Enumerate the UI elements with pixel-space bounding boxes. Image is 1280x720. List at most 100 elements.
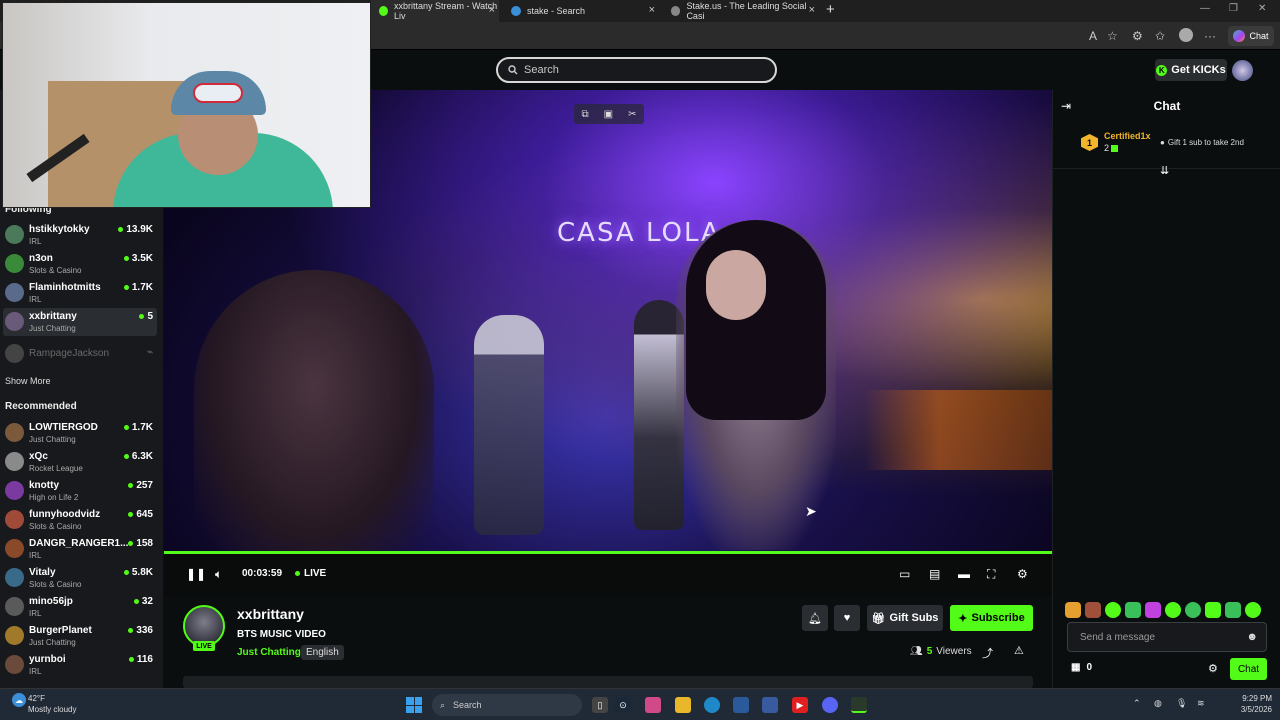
wifi-icon[interactable]: ≋ <box>1197 698 1205 709</box>
sidebar-item-xxbrittany[interactable]: xxbrittany Just Chatting 5 <box>3 308 157 336</box>
kick-app-icon[interactable] <box>851 697 867 713</box>
tab-kick-stream[interactable]: xxbrittany Stream - Watch Liv × <box>371 0 499 22</box>
microphone-icon[interactable]: 🎙︎ <box>1176 698 1187 709</box>
emoji-icon[interactable]: ☻ <box>1246 631 1258 643</box>
sidebar-item-lowtiergod[interactable]: LOWTIERGOD Just Chatting 1.7K <box>3 419 157 447</box>
fullscreen-icon[interactable]: ⛶ <box>987 567 995 582</box>
follow-heart-button[interactable]: ♥ <box>834 605 860 631</box>
emote-icon[interactable] <box>1065 602 1081 618</box>
emote-icon[interactable] <box>1105 602 1121 618</box>
sidebar-item-funnyhoodvidz[interactable]: funnyhoodvidz Slots & Casino 645 <box>3 506 157 534</box>
language-tag[interactable]: English <box>301 645 344 660</box>
emote-icon[interactable] <box>1085 602 1101 618</box>
sidebar-item-rampagejackson[interactable]: RampageJackson ⌁ <box>3 340 157 368</box>
window-close-icon[interactable]: ✕ <box>1258 3 1266 14</box>
sidebar-item-n3on[interactable]: n3on Slots & Casino 3.5K <box>3 250 157 278</box>
sidebar-item-flaminhotmitts[interactable]: Flaminhotmitts IRL 1.7K <box>3 279 157 307</box>
sidebar-item-knotty[interactable]: knotty High on Life 2 257 <box>3 477 157 505</box>
favorites-icon[interactable]: ✩ <box>1155 29 1165 43</box>
emote-icon[interactable] <box>1205 602 1221 618</box>
wide-mode-icon[interactable]: ▬ <box>958 567 970 581</box>
miniplayer-icon[interactable]: ▭ <box>899 567 910 581</box>
emote-icon[interactable] <box>1185 602 1201 618</box>
emote-icon[interactable] <box>1165 602 1181 618</box>
task-view-icon[interactable]: ▯ <box>592 697 608 713</box>
gift-icon: ● <box>1160 138 1165 147</box>
avatar <box>5 344 24 363</box>
pause-icon[interactable]: ❚❚ <box>186 567 206 581</box>
search-icon <box>508 65 518 75</box>
read-aloud-icon[interactable]: A <box>1089 29 1097 43</box>
gift-subs-button[interactable]: 🎁︎ Gift Subs <box>867 605 943 631</box>
sidebar-item-hstikkytokky[interactable]: hstikkytokky IRL 13.9K <box>3 221 157 249</box>
close-icon[interactable]: × <box>649 4 655 16</box>
chat-settings-gear-icon[interactable]: ⚙ <box>1208 662 1218 675</box>
profile-avatar-icon[interactable] <box>1179 28 1193 42</box>
emote-icon[interactable] <box>1245 602 1261 618</box>
emote-icon[interactable] <box>1145 602 1161 618</box>
windows-start-icon[interactable] <box>406 697 422 713</box>
sidebar-item-yurnboi[interactable]: yurnboi IRL 116 <box>3 651 157 679</box>
sidebar-item-dangr-ranger[interactable]: DANGR_RANGER1... IRL 158 <box>3 535 157 563</box>
edge-browser-icon[interactable] <box>704 697 720 713</box>
emote-icon[interactable] <box>1125 602 1141 618</box>
subscribe-label: Subscribe <box>971 612 1025 624</box>
channel-category: Slots & Casino <box>29 580 82 589</box>
tray-app-icon[interactable]: ◍ <box>1154 698 1162 709</box>
youtube-icon[interactable]: ▶ <box>792 697 808 713</box>
search-input[interactable]: Search <box>496 57 777 83</box>
outlook-icon[interactable] <box>762 697 778 713</box>
new-tab-icon[interactable]: + <box>826 1 835 18</box>
copilot-app-icon[interactable] <box>645 697 661 713</box>
favorite-star-icon[interactable]: ☆ <box>1107 29 1118 43</box>
maximize-icon[interactable]: ❐ <box>1229 3 1238 14</box>
subscribe-button[interactable]: ✦ Subscribe <box>950 605 1033 631</box>
viewer-count-value: 336 <box>136 625 153 636</box>
chat-send-button[interactable]: Chat <box>1230 658 1267 680</box>
chat-message-input[interactable]: Send a message ☻ <box>1067 622 1267 652</box>
system-clock[interactable]: 9:29 PM 3/5/2026 <box>1218 693 1272 715</box>
stream-category[interactable]: Just Chatting <box>237 647 301 658</box>
taskbar-search[interactable]: ⌕ Search <box>432 694 582 716</box>
gifter-name[interactable]: Certified1x <box>1104 131 1151 141</box>
get-kicks-button[interactable]: K Get KICKs <box>1155 59 1227 81</box>
sidebar-item-vitaly[interactable]: Vitaly Slots & Casino 5.8K <box>3 564 157 592</box>
screenshot-icon[interactable]: ▣ <box>604 109 613 120</box>
report-warning-icon[interactable]: ⚠ <box>1014 644 1024 657</box>
file-explorer-icon[interactable] <box>675 697 691 713</box>
notification-bell-button[interactable]: 🔔︎ <box>802 605 828 631</box>
discord-icon[interactable] <box>822 697 838 713</box>
pip-icon[interactable]: ⧉ <box>582 109 589 120</box>
settings-gear-icon[interactable]: ⚙ <box>1017 567 1028 581</box>
tab-stake-search[interactable]: stake - Search × <box>503 0 659 22</box>
tray-chevron-icon[interactable]: ⌃ <box>1133 698 1141 709</box>
sidebar-item-mino56jp[interactable]: mino56jp IRL 32 <box>3 593 157 621</box>
tab-stake-us[interactable]: Stake.us - The Leading Social Casi × <box>663 0 819 22</box>
copilot-chat-button[interactable]: Chat <box>1228 26 1274 46</box>
minimize-icon[interactable]: — <box>1200 3 1210 14</box>
mouse-cursor-icon: ➤ <box>805 503 817 519</box>
store-icon[interactable] <box>733 697 749 713</box>
star-icon: ✦ <box>958 612 968 625</box>
channel-name[interactable]: xxbrittany <box>237 606 304 622</box>
steam-icon[interactable]: ⊙ <box>615 697 631 713</box>
expand-chevron-icon[interactable]: ⇊ <box>1160 164 1169 177</box>
emote-icon[interactable] <box>1225 602 1241 618</box>
sidebar-item-burgerplanet[interactable]: BurgerPlanet Just Chatting 336 <box>3 622 157 650</box>
theater-icon[interactable]: ▤ <box>929 567 940 581</box>
share-icon[interactable]: ⤴ <box>982 645 993 661</box>
show-more-link[interactable]: Show More <box>5 376 51 386</box>
sidebar-item-xqc[interactable]: xQc Rocket League 6.3K <box>3 448 157 476</box>
close-icon[interactable]: × <box>489 4 495 16</box>
kicks-balance[interactable]: ▦ 0 <box>1071 662 1092 673</box>
video-bar-counter <box>864 390 1052 470</box>
extensions-icon[interactable]: ⚙ <box>1132 29 1143 43</box>
gift-tip[interactable]: ● Gift 1 sub to take 2nd <box>1160 138 1244 147</box>
top-gifter-bar: 1 Certified1x 2 ● Gift 1 sub to take 2nd <box>1053 125 1280 169</box>
user-avatar[interactable] <box>1232 60 1253 81</box>
volume-icon[interactable]: 🔈︎ <box>215 567 222 582</box>
more-menu-icon[interactable]: ··· <box>1204 29 1216 43</box>
clip-icon[interactable]: ✂ <box>628 109 636 120</box>
video-person-main <box>676 220 836 550</box>
close-icon[interactable]: × <box>809 4 815 16</box>
